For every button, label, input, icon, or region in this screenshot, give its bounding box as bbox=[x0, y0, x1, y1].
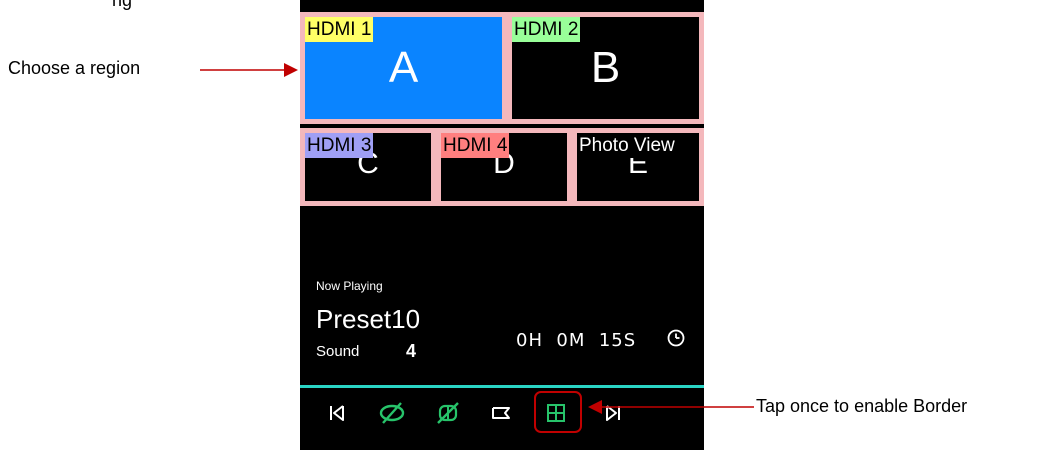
now-playing-label: Now Playing bbox=[316, 279, 383, 293]
choose-region-caption: Choose a region bbox=[8, 58, 141, 78]
hide-all-button[interactable] bbox=[430, 397, 466, 429]
region-a-tag: HDMI 1 bbox=[305, 17, 374, 42]
region-b-letter: B bbox=[590, 43, 621, 92]
region-a[interactable]: HDMI 1 A bbox=[300, 12, 507, 124]
border-highlight-box bbox=[534, 391, 582, 433]
playback-timer: 0H 0M 15S bbox=[516, 330, 637, 351]
clock-icon[interactable] bbox=[666, 328, 686, 348]
region-a-letter: A bbox=[388, 43, 419, 92]
tap-border-caption: Tap once to enable Border bbox=[756, 396, 968, 416]
phone-screen: HDMI 1 A HDMI 2 B HDMI 3 C HDMI 4 D Phot… bbox=[300, 0, 704, 450]
region-d[interactable]: HDMI 4 D bbox=[436, 128, 572, 206]
choose-region-arrow bbox=[200, 63, 298, 77]
label-icon bbox=[492, 407, 510, 419]
region-c-tag: HDMI 3 bbox=[305, 133, 374, 158]
sound-value: 4 bbox=[406, 341, 417, 361]
region-c[interactable]: HDMI 3 C bbox=[300, 128, 436, 206]
region-b-tag: HDMI 2 bbox=[512, 17, 581, 42]
accent-divider bbox=[300, 385, 704, 388]
hide-icon bbox=[379, 402, 405, 424]
hide-all-icon bbox=[437, 402, 459, 424]
region-b[interactable]: HDMI 2 B bbox=[507, 12, 704, 124]
previous-button[interactable] bbox=[322, 398, 352, 428]
region-e[interactable]: Photo View E bbox=[572, 128, 704, 206]
clipped-caption: ng bbox=[112, 0, 133, 10]
sound-label: Sound bbox=[316, 343, 360, 360]
region-e-tag: Photo View bbox=[577, 133, 677, 158]
tap-border-arrow bbox=[588, 400, 754, 414]
previous-icon bbox=[330, 405, 344, 421]
preset-name: Preset10 bbox=[316, 304, 421, 334]
region-d-tag: HDMI 4 bbox=[441, 133, 510, 158]
label-button[interactable] bbox=[486, 398, 516, 428]
hide-button[interactable] bbox=[374, 397, 410, 429]
